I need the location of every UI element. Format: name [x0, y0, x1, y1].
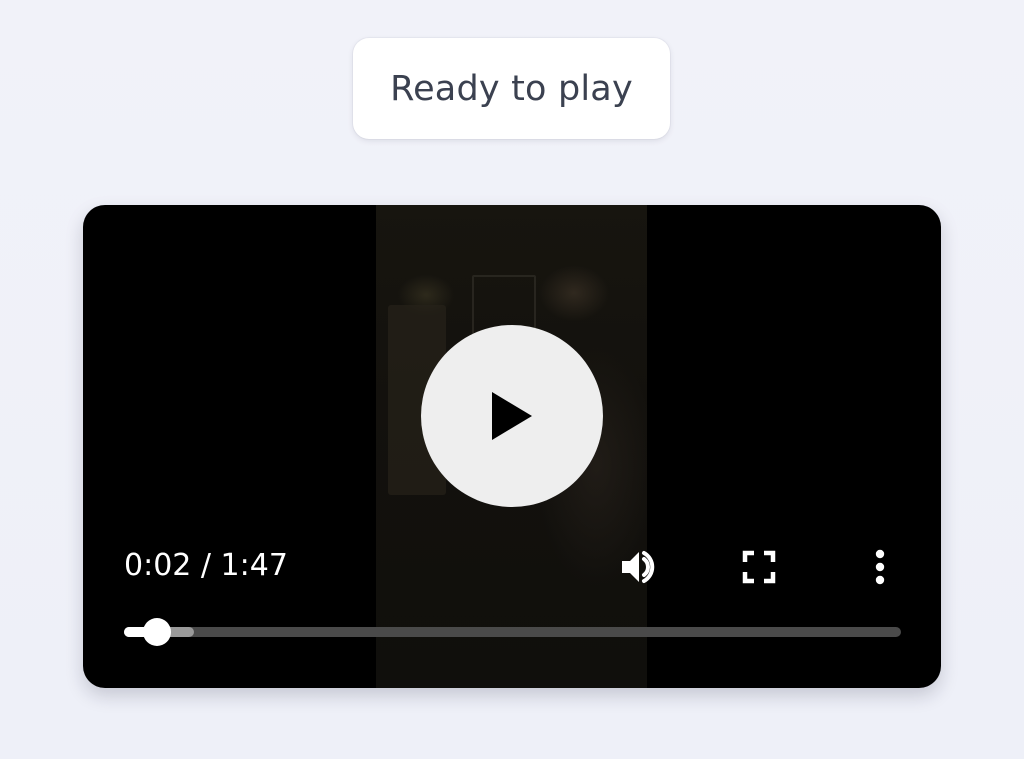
video-player[interactable]: 0:02 / 1:47	[83, 205, 941, 688]
status-label: Ready to play	[353, 38, 670, 139]
progress-bar[interactable]	[124, 618, 901, 646]
status-text: Ready to play	[390, 68, 633, 109]
fullscreen-button[interactable]	[739, 547, 779, 587]
page: Ready to play 0:02 / 1:47	[0, 0, 1024, 759]
fullscreen-icon	[742, 550, 776, 584]
more-vertical-icon	[875, 549, 885, 585]
time-display: 0:02 / 1:47	[124, 548, 288, 583]
volume-icon	[622, 551, 655, 583]
more-options-button[interactable]	[860, 547, 900, 587]
play-button[interactable]	[421, 325, 603, 507]
progress-thumb[interactable]	[143, 618, 172, 646]
play-icon	[492, 392, 532, 440]
mute-button[interactable]	[619, 547, 659, 587]
